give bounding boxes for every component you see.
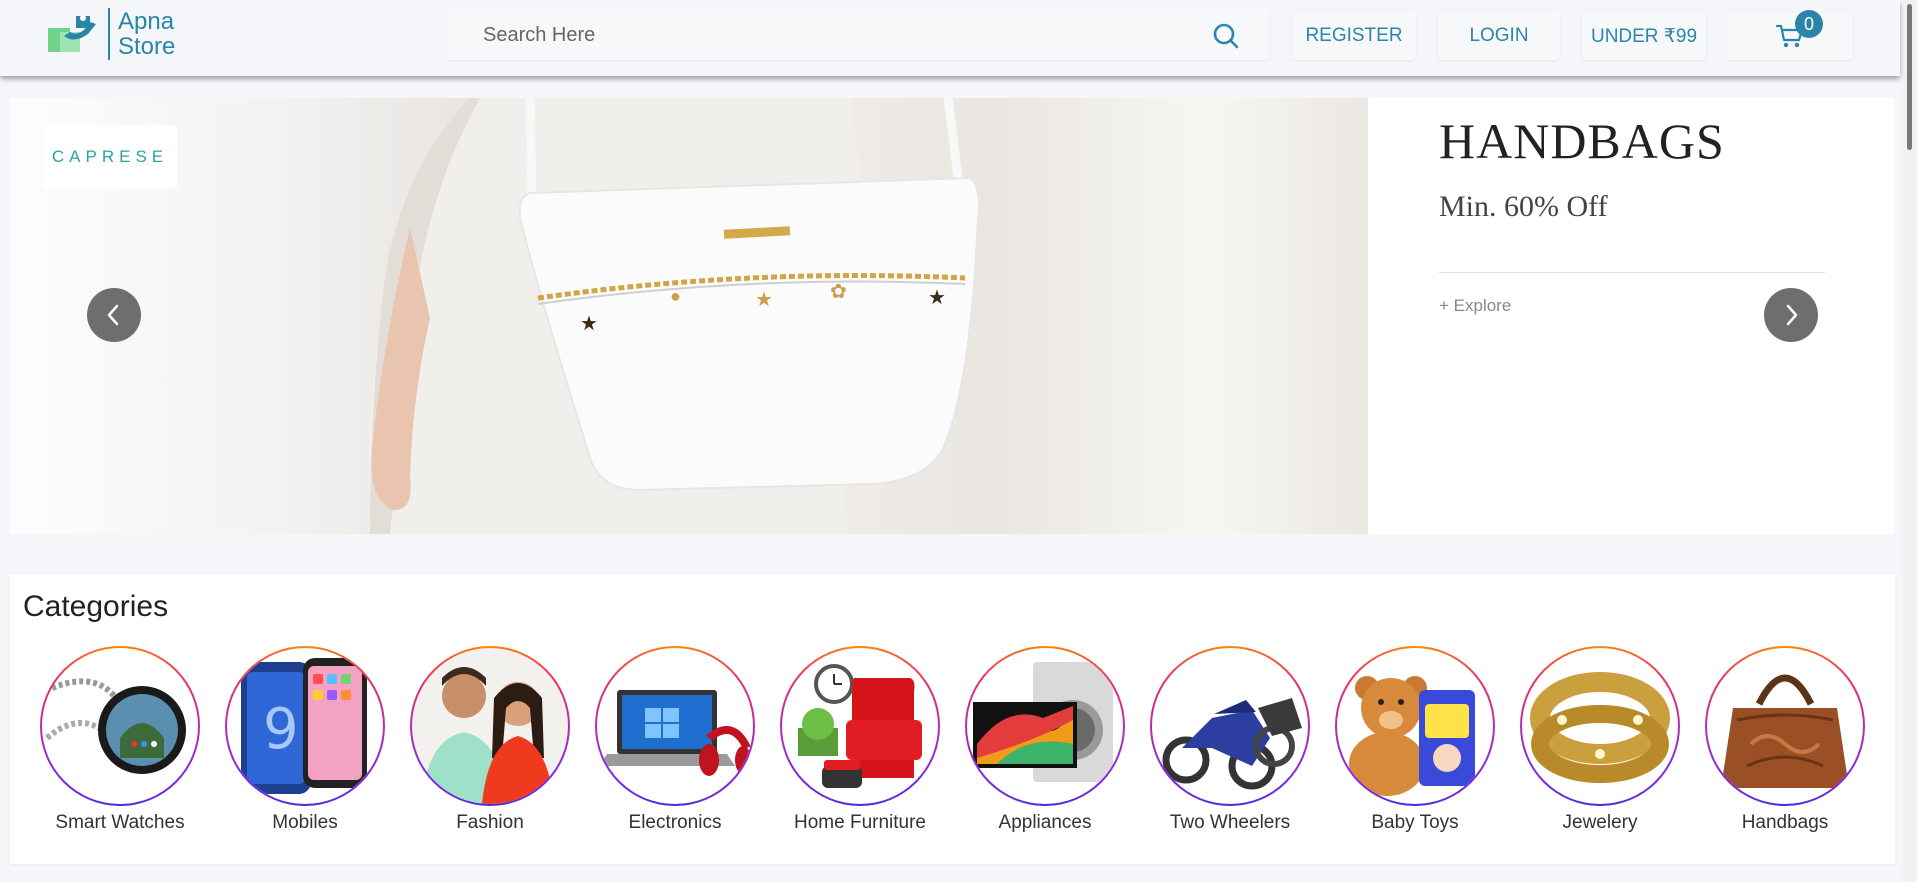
category-label: Home Furniture [794, 812, 926, 833]
category-jewelery[interactable]: Jewelery [1520, 646, 1680, 846]
category-appliances[interactable]: Appliances [965, 646, 1125, 846]
svg-text:✿: ✿ [830, 281, 847, 303]
category-label: Fashion [456, 812, 524, 833]
category-label: Electronics [628, 812, 722, 833]
logo-line1: Apna [118, 8, 175, 35]
register-button[interactable]: REGISTER [1292, 12, 1416, 60]
page-scrollbar[interactable] [1903, 0, 1917, 882]
laptop-icon [599, 690, 751, 776]
chevron-left-icon [107, 304, 119, 326]
under-99-button[interactable]: UNDER ₹99 [1582, 12, 1706, 60]
explore-link[interactable]: + Explore [1439, 296, 1511, 316]
category-two-wheelers[interactable]: Two Wheelers [1150, 646, 1310, 846]
category-label: Appliances [998, 812, 1092, 833]
armchair-icon [798, 664, 922, 788]
category-label: Two Wheelers [1169, 812, 1291, 833]
category-label: Jewelery [1562, 812, 1638, 833]
category-label: Baby Toys [1371, 812, 1459, 833]
svg-text:★: ★ [580, 313, 598, 335]
top-header: Apna Store REGISTER LOGIN UNDER ₹99 0 [0, 0, 1900, 76]
svg-text:9: 9 [263, 697, 299, 762]
fashion-people-icon [422, 667, 554, 804]
svg-text:●: ● [670, 286, 681, 306]
category-mobiles[interactable]: 9 Mobiles [225, 646, 385, 846]
svg-text:★: ★ [755, 289, 773, 311]
logo-divider [108, 8, 110, 60]
bracelet-icon [1530, 672, 1670, 783]
categories-title: Categories [23, 590, 169, 623]
category-electronics[interactable]: Electronics [595, 646, 755, 846]
brand-logo: CAPRESE [43, 125, 177, 189]
category-fashion[interactable]: Fashion [410, 646, 570, 846]
category-smart-watches[interactable]: Smart Watches [40, 646, 200, 846]
smartwatch-icon [45, 678, 186, 774]
promo-subtitle: Min. 60% Off [1439, 190, 1608, 223]
banner-image: ★ ● ★ ✿ ★ CAPRESE [10, 98, 1368, 534]
search-input[interactable] [446, 23, 1186, 47]
motorbike-icon [1162, 698, 1302, 790]
category-home-furniture[interactable]: Home Furniture [780, 646, 940, 846]
search-bar [446, 10, 1270, 60]
category-baby-toys[interactable]: Baby Toys [1335, 646, 1495, 846]
category-handbags[interactable]: Handbags [1705, 646, 1865, 846]
scrollbar-thumb[interactable] [1907, 4, 1912, 150]
promo-title: HANDBAGS [1439, 113, 1725, 169]
cart-button[interactable]: 0 [1727, 10, 1853, 60]
search-icon[interactable] [1212, 22, 1240, 50]
logo-icon [48, 15, 96, 52]
logo-text: Apna Store [118, 9, 175, 59]
promo-divider [1439, 272, 1825, 273]
category-label: Smart Watches [55, 812, 185, 833]
carousel-prev-button[interactable] [87, 288, 141, 342]
handbag-icon [1721, 674, 1849, 788]
carousel-next-button[interactable] [1764, 288, 1818, 342]
handbag-model-image: ★ ● ★ ✿ ★ [368, 98, 980, 534]
mobile-phone-icon: 9 [241, 658, 367, 794]
cart-count-badge: 0 [1795, 10, 1823, 38]
category-label: Mobiles [272, 812, 338, 833]
login-button[interactable]: LOGIN [1438, 12, 1560, 60]
brand-name: CAPRESE [51, 147, 169, 166]
svg-text:★: ★ [928, 287, 946, 309]
teddy-bear-icon [1349, 676, 1475, 796]
chevron-right-icon [1786, 304, 1798, 326]
store-logo[interactable]: Apna Store [46, 8, 175, 60]
category-label: Handbags [1741, 812, 1829, 833]
categories-section: Categories Smart Watches 9 Mobiles Fashi… [10, 574, 1895, 864]
tv-washer-icon [973, 662, 1113, 782]
logo-line2: Store [118, 33, 176, 60]
